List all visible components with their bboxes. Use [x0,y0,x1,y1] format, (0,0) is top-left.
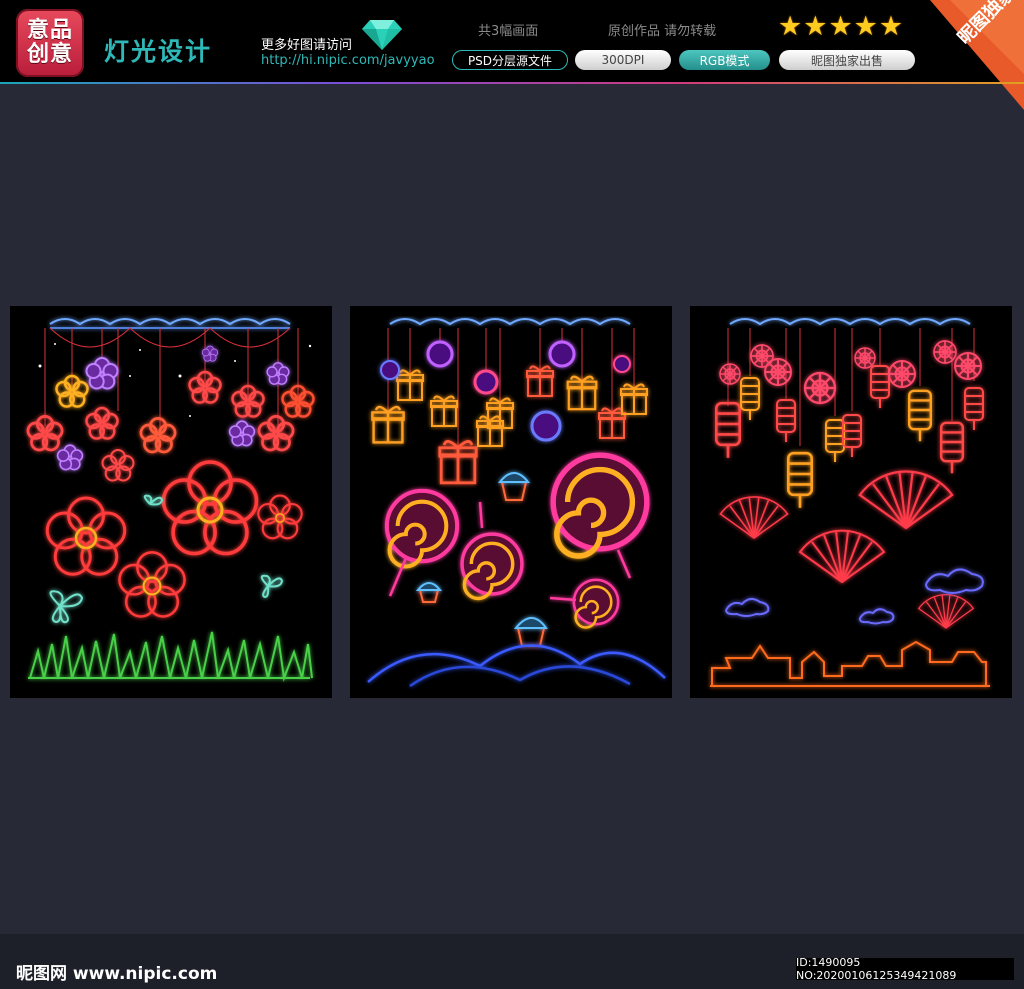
header-bar: 意品 创意 灯光设计 更多好图请访问 http://hi.nipic.com/j… [0,0,1024,110]
hanging-orbs [380,340,631,442]
lanterns-artwork [710,318,990,687]
image-count: 共3幅画面 [478,24,539,39]
grass [28,631,313,682]
lanterns-panel[interactable] [690,306,1012,698]
tag-exclusive: 昵图独家出售 [779,50,915,70]
logo-text-bottom: 创意 [26,42,73,67]
visit-prompt: 更多好图请访问 [261,38,353,53]
lace-border [389,318,631,326]
image-id: ID:1490095 NO:20200106125349421089 [796,956,1014,982]
pavilion-skyline [710,640,990,687]
exclusive-ribbon: 昵图独家 [930,0,1024,110]
lace-border [49,318,291,329]
page-title: 灯光设计 [104,37,213,66]
copyright-notice: 原创作品 请勿转载 [608,24,717,39]
candy-artwork [367,318,666,688]
lanterns [714,365,984,510]
diamond-icon [362,20,402,50]
star-icon: ★ [778,11,803,42]
fans [719,470,974,629]
flowers-artwork [26,318,315,682]
brand-logo[interactable]: 意品 创意 [16,9,84,77]
rating-stars: ★ ★ ★ ★ ★ [778,12,903,42]
logo-text-top: 意品 [26,18,73,43]
nipic-watermark[interactable]: 昵图网 www.nipic.com [16,959,217,984]
flowers-panel[interactable] [10,306,332,698]
header-divider [0,82,1024,84]
hanging-strings [44,327,299,431]
tag-dpi: 300DPI [575,50,671,70]
blue-hills [367,644,666,688]
hanging-flowers [26,345,315,482]
tag-rgb: RGB模式 [679,50,770,70]
author-link[interactable]: http://hi.nipic.com/javyyao [261,53,435,68]
lace-border [729,318,971,326]
star-icon: ★ [853,11,878,42]
star-icon: ★ [803,11,828,42]
star-icon: ★ [828,11,853,42]
star-icon: ★ [878,11,904,42]
tag-psd: PSD分层源文件 [452,50,568,70]
candy-panel[interactable] [350,306,672,698]
